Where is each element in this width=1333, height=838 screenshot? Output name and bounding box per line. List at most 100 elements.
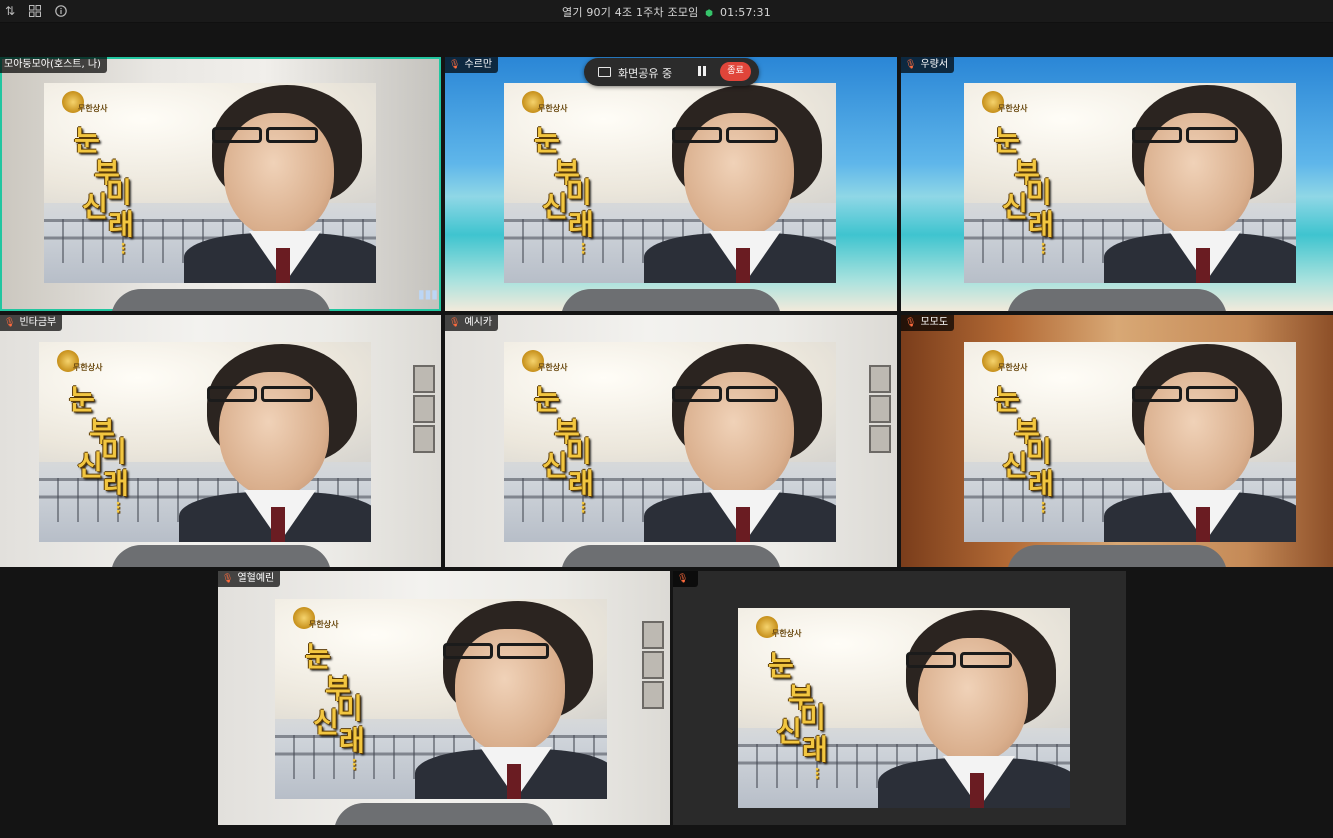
caption-dots: ⋮	[576, 241, 590, 257]
participant-name-tag: 모아둥모아(호스트, 나)	[0, 57, 107, 73]
participant-tile[interactable]: 무한상사 눈 부 신 미 래 ⋮ 🎙	[673, 571, 1126, 825]
shield-icon[interactable]: ⬢	[705, 9, 713, 19]
caption-dots: ⋮	[347, 757, 361, 773]
caption-text: 미	[106, 176, 132, 209]
person-tie	[507, 764, 521, 799]
glasses-shape	[443, 643, 493, 659]
glasses-shape	[1186, 127, 1238, 143]
wall-frame	[869, 395, 891, 423]
glasses-shape	[672, 127, 722, 143]
glasses-shape	[497, 643, 549, 659]
participant-video-silhouette	[1007, 545, 1227, 567]
shared-screen-image: 무한상사 눈 부 신 미 래 ⋮	[275, 599, 607, 799]
muted-mic-icon: 🎙	[4, 318, 16, 328]
show-logo-text: 무한상사	[538, 363, 568, 372]
caption-text: 래	[1028, 467, 1054, 500]
caption-text: 신	[1002, 449, 1028, 482]
caption-text: 눈	[994, 124, 1020, 157]
muted-mic-icon: 🎙	[905, 318, 917, 328]
caption-text: 래	[1028, 208, 1054, 241]
person-tie	[1196, 507, 1210, 542]
participant-tile[interactable]: 무한상사 눈 부 신 미 래 ⋮ 🎙 모모도	[901, 315, 1333, 567]
participant-tile[interactable]: 무한상사 눈 부 신 미 래 ⋮ 모아둥모아(호스트, 나)	[0, 57, 441, 311]
show-logo-text: 무한상사	[772, 629, 802, 638]
caption-text: 눈	[74, 124, 100, 157]
caption-text: 신	[313, 706, 339, 739]
participant-name: 수르만	[464, 59, 493, 70]
participant-video-silhouette	[561, 289, 781, 311]
meeting-title: 열기 90기 4조 1주차 조모임	[562, 6, 699, 19]
participant-tile[interactable]: 무한상사 눈 부 신 미 래 ⋮ 🎙 우량서	[901, 57, 1333, 311]
person-tie	[1196, 248, 1210, 283]
caption-text: 신	[776, 715, 802, 748]
wall-frame	[413, 425, 435, 453]
shared-screen-image: 무한상사 눈 부 신 미 래 ⋮	[44, 83, 376, 283]
show-logo-text: 무한상사	[78, 104, 108, 113]
caption-dots: ⋮	[1036, 241, 1050, 257]
person-tie	[970, 773, 984, 808]
caption-text: 신	[1002, 190, 1028, 223]
person-tie	[271, 507, 285, 542]
participant-name-tag: 🎙 예시카	[445, 315, 499, 331]
caption-text: 래	[568, 467, 594, 500]
caption-text: 미	[1026, 176, 1052, 209]
participant-name: 우량서	[920, 59, 949, 70]
caption-text: 신	[77, 449, 103, 482]
muted-mic-icon: 🎙	[677, 574, 689, 584]
caption-text: 래	[108, 208, 134, 241]
caption-text: 래	[568, 208, 594, 241]
wall-frame	[642, 681, 664, 709]
caption-text: 신	[542, 190, 568, 223]
participant-video-silhouette	[110, 545, 331, 567]
caption-text: 눈	[534, 383, 560, 416]
show-logo-text: 무한상사	[309, 620, 339, 629]
caption-text: 래	[339, 724, 365, 757]
caption-text: 신	[542, 449, 568, 482]
participant-tile[interactable]: 무한상사 눈 부 신 미 래 ⋮ 🎙 예시카	[445, 315, 897, 567]
meeting-top-bar: ⇅ 열기 90기 4조 1주차 조모임 ⬢ 01:57:31	[0, 0, 1333, 23]
caption-text: 눈	[768, 649, 794, 682]
show-logo-text: 무한상사	[998, 363, 1028, 372]
participant-name-tag: 🎙 우량서	[901, 57, 955, 73]
caption-dots: ⋮	[111, 500, 125, 516]
participant-name-tag: 🎙 모모도	[901, 315, 955, 331]
glasses-shape	[726, 386, 778, 402]
participant-tile[interactable]: 무한상사 눈 부 신 미 래 ⋮ 🎙 빈타금부	[0, 315, 441, 567]
caption-text: 눈	[534, 124, 560, 157]
glasses-shape	[212, 127, 262, 143]
glasses-shape	[672, 386, 722, 402]
caption-text: 래	[103, 467, 129, 500]
stop-share-button[interactable]: 종료	[720, 62, 751, 81]
muted-mic-icon: 🎙	[449, 318, 461, 328]
caption-text: 미	[1026, 435, 1052, 468]
person-tie	[736, 248, 750, 283]
caption-text: 미	[800, 701, 826, 734]
screen-share-icon	[598, 67, 611, 77]
shared-screen-image: 무한상사 눈 부 신 미 래 ⋮	[964, 83, 1296, 283]
participant-name-tag: 🎙 빈타금부	[0, 315, 63, 331]
caption-dots: ⋮	[576, 500, 590, 516]
participant-name: 열혈예린	[237, 573, 275, 584]
meeting-title-bar: 열기 90기 4조 1주차 조모임 ⬢ 01:57:31	[0, 4, 1333, 20]
glasses-shape	[1132, 386, 1182, 402]
caption-text: 눈	[69, 383, 95, 416]
participant-name: 모아둥모아(호스트, 나)	[4, 59, 101, 70]
caption-text: 신	[82, 190, 108, 223]
shared-screen-image: 무한상사 눈 부 신 미 래 ⋮	[504, 83, 836, 283]
participant-name: 빈타금부	[19, 317, 57, 328]
glasses-shape	[1132, 127, 1182, 143]
participant-name: 모모도	[920, 317, 949, 328]
glasses-shape	[266, 127, 318, 143]
participant-video-silhouette	[110, 289, 331, 311]
caption-text: 래	[802, 733, 828, 766]
person-tie	[276, 248, 290, 283]
audio-level-icon: ▮▮▮	[418, 287, 438, 301]
person-tie	[736, 507, 750, 542]
participant-tile[interactable]: 무한상사 눈 부 신 미 래 ⋮ 🎙 열혈예린	[218, 571, 670, 825]
caption-text: 미	[337, 692, 363, 725]
participant-tile[interactable]: 무한상사 눈 부 신 미 래 ⋮ 🎙 수르만	[445, 57, 897, 311]
muted-mic-icon: 🎙	[449, 60, 461, 70]
caption-dots: ⋮	[1036, 500, 1050, 516]
glasses-shape	[906, 652, 956, 668]
shared-screen-image: 무한상사 눈 부 신 미 래 ⋮	[738, 608, 1070, 808]
